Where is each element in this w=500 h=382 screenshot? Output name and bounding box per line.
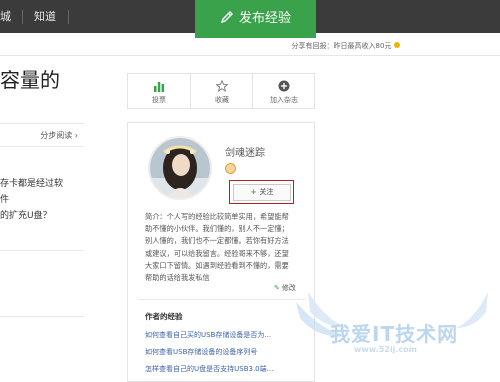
section-divider [0, 316, 84, 317]
article-intro-line: 的扩充U盘？ [0, 211, 52, 221]
star-icon [216, 80, 228, 92]
action-bar: 投票 收藏 加入杂志 [127, 73, 315, 109]
collect-button[interactable]: 收藏 [190, 74, 253, 108]
article-intro: 存卡都是经过软件 的扩充U盘？ [0, 176, 70, 224]
article-title: 容量的 [0, 68, 60, 92]
nav-item-zhidao[interactable]: 知道 [34, 0, 56, 33]
publish-experience-button[interactable]: 发布经验 [195, 0, 316, 38]
bio-line: 大家口下留情。如遇到经验看到不懂的，需要 [145, 260, 289, 270]
article-intro-line: 存卡都是经过软件 [0, 179, 64, 205]
vote-button[interactable]: 投票 [128, 74, 190, 108]
card-divider [138, 299, 306, 300]
nav-separator [22, 10, 23, 24]
experience-link[interactable]: 如何查看自己买的USB存储设备是否为... [145, 330, 271, 340]
avatar[interactable] [148, 136, 212, 200]
bio-line: 简介：个人写的经验比较简单实用，希望能帮 [145, 212, 289, 221]
publish-button-label: 发布经验 [238, 11, 291, 26]
experiences-title: 作者的经验 [145, 312, 183, 321]
experience-link[interactable]: 如何查看USB存储设备的设备序列号 [145, 347, 257, 357]
coin-icon [394, 42, 401, 48]
author-card: 剑魂迷踪 + 关注 简介：个人写的经验比较简单实用，希望能帮 助不懂的小伙伴。我们… [127, 122, 315, 382]
author-bio: 简介：个人写的经验比较简单实用，希望能帮 助不懂的小伙伴。我们懂的，别人不一定懂… [145, 211, 301, 284]
watermark-url: www.52ij.com [354, 345, 417, 354]
header-divider [0, 55, 500, 56]
share-reward-bar[interactable]: 分享有回报：昨日最高收入80元 [192, 39, 500, 53]
bar-chart-icon [154, 82, 165, 92]
experience-link[interactable]: 怎样查看自己的U盘是否支持USB3.0端... [145, 364, 273, 374]
avatar-image [150, 138, 210, 198]
plus-circle-icon [278, 80, 290, 92]
bio-line: 别人懂的，我们也不一定都懂。若你有好方法 [145, 236, 289, 246]
step-read-link[interactable]: 分步阅读 › [0, 123, 84, 147]
level-badge-icon [225, 163, 236, 174]
bio-line: 或建议，可以给我留言。经验哥来不够，还望 [145, 248, 289, 258]
author-name[interactable]: 剑魂迷踪 [225, 144, 265, 159]
collect-label: 收藏 [215, 96, 229, 104]
pencil-icon [220, 11, 233, 24]
add-to-magazine-label: 加入杂志 [270, 96, 298, 104]
follow-highlight-box [229, 180, 294, 204]
nav-item-cheng[interactable]: 城 [0, 0, 11, 33]
vote-label: 投票 [152, 96, 166, 104]
nav-separator [68, 10, 69, 24]
add-to-magazine-button[interactable]: 加入杂志 [252, 74, 315, 108]
bio-line: 助不懂的小伙伴。我们懂的，别人不一定懂； [145, 224, 289, 234]
share-reward-text: 分享有回报：昨日最高收入80元 [291, 42, 392, 50]
section-divider [0, 250, 84, 251]
pencil-icon: ✎ [274, 284, 280, 292]
watermark-text: 我爱IT技术网 [330, 322, 459, 346]
